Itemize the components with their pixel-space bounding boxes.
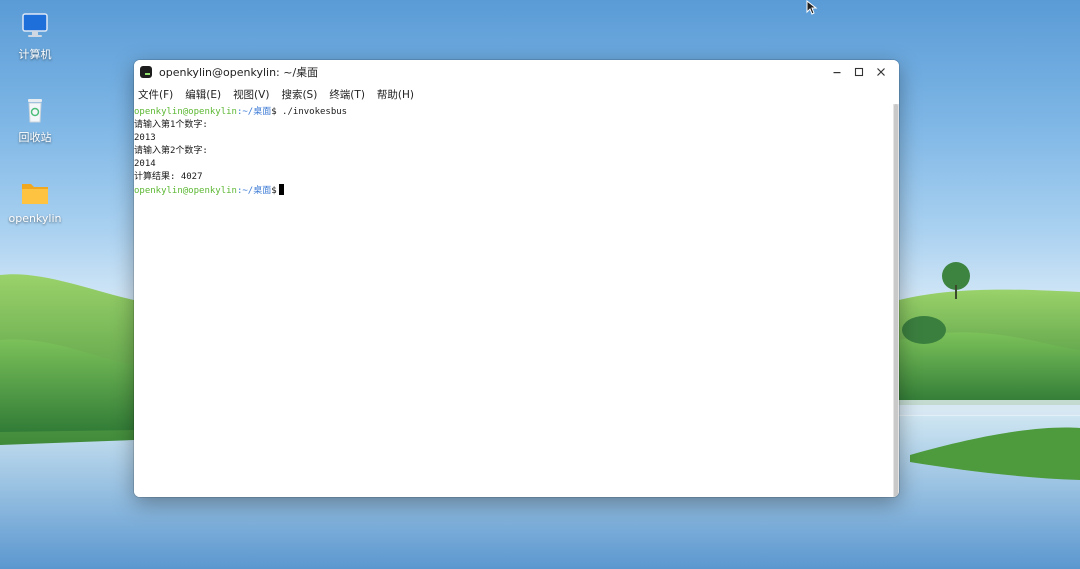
prompt-path: :~/桌面 (236, 107, 272, 117)
mouse-pointer-icon (806, 0, 818, 15)
maximize-icon (854, 67, 864, 77)
menu-help[interactable]: 帮助(H) (377, 87, 420, 102)
menu-view[interactable]: 视图(V) (233, 87, 275, 102)
folder-icon (18, 178, 52, 208)
terminal-output-line: 计算结果: 4027 (134, 172, 203, 182)
terminal-output-line: 2013 (134, 133, 156, 143)
menu-bar: 文件(F) 编辑(E) 视图(V) 搜索(S) 终端(T) 帮助(H) (134, 84, 899, 104)
maximize-button[interactable] (849, 62, 869, 82)
desktop-icon-computer[interactable]: 计算机 (0, 12, 70, 62)
window-title: openkylin@openkylin: ~/桌面 (159, 66, 319, 79)
terminal-output-line: 请输入第2个数字: (134, 146, 208, 156)
menu-file[interactable]: 文件(F) (138, 87, 179, 102)
minimize-button[interactable] (827, 62, 847, 82)
menu-edit[interactable]: 编辑(E) (185, 87, 227, 102)
scrollbar-thumb[interactable] (894, 104, 898, 497)
minimize-icon (833, 72, 841, 74)
prompt-user: openkylin@openkylin (134, 186, 237, 196)
window-titlebar[interactable]: openkylin@openkylin: ~/桌面 (134, 60, 899, 84)
desktop-icon-trash[interactable]: 回收站 (0, 95, 70, 145)
trash-icon (18, 95, 52, 125)
desktop-icon-label: openkylin (8, 212, 62, 225)
close-button[interactable] (871, 62, 891, 82)
terminal-command-line: openkylin@openkylin:~/桌面$ ./invokesbus (134, 106, 893, 119)
desktop-icon-home-folder[interactable]: openkylin (0, 178, 70, 225)
text-cursor (278, 184, 284, 195)
terminal-output-line: 请输入第1个数字: (134, 120, 208, 130)
terminal-app-icon (140, 66, 152, 78)
terminal-prompt-line[interactable]: openkylin@openkylin:~/桌面$ (134, 184, 893, 197)
desktop-icon-label: 回收站 (18, 131, 52, 144)
prompt-user: openkylin@openkylin (134, 107, 237, 117)
terminal-scrollbar[interactable] (893, 104, 899, 497)
computer-icon (18, 12, 52, 42)
prompt-symbol: $ (271, 186, 277, 196)
prompt-path: :~/桌面 (236, 186, 272, 196)
close-icon (877, 68, 885, 76)
terminal-output-area[interactable]: openkylin@openkylin:~/桌面$ ./invokesbus 请… (134, 104, 893, 497)
menu-terminal[interactable]: 终端(T) (329, 87, 371, 102)
terminal-window[interactable]: openkylin@openkylin: ~/桌面 文件(F) 编辑(E) 视图… (134, 60, 899, 497)
terminal-output-line: 2014 (134, 159, 156, 169)
desktop-icon-label: 计算机 (18, 48, 52, 61)
menu-search[interactable]: 搜索(S) (281, 87, 323, 102)
terminal-command: ./invokesbus (276, 107, 348, 117)
